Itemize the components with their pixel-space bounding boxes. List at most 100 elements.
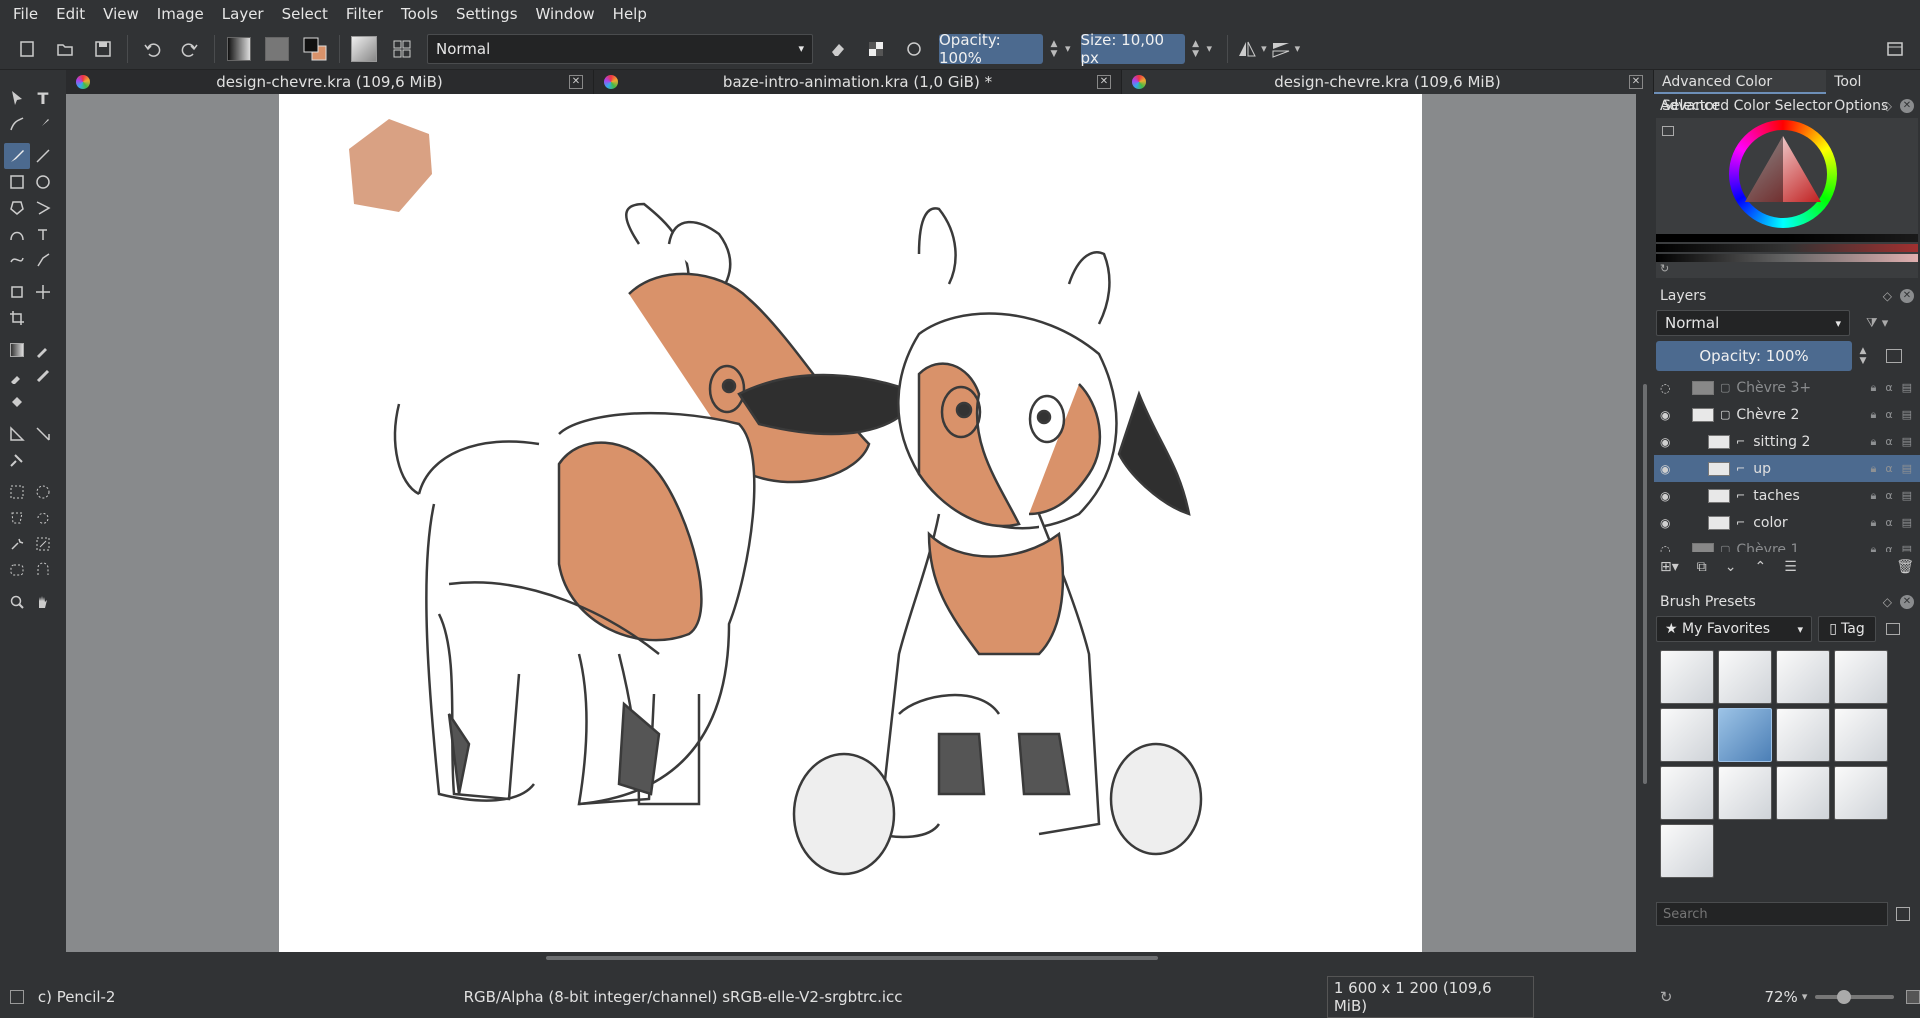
shade-selector-bar-3[interactable]: [1656, 254, 1918, 262]
preserve-alpha-icon[interactable]: [859, 32, 893, 66]
layer-row[interactable]: ◉ ⌐ color 🔒︎ α ▤: [1654, 509, 1920, 536]
opacity-slider[interactable]: Opacity: 100%: [939, 31, 1043, 67]
calligraphy-tool-icon[interactable]: [30, 111, 56, 137]
add-layer-icon[interactable]: ⊞▾: [1660, 559, 1679, 575]
tab-document-1[interactable]: design-chevre.kra (109,6 MiB) ✕: [66, 70, 594, 94]
close-icon[interactable]: ✕: [1900, 99, 1914, 113]
hidden-eye-icon[interactable]: ◌: [1660, 381, 1678, 395]
layer-row[interactable]: ◉ ▢ Chèvre 2 🔒︎ α ▤: [1654, 401, 1920, 428]
horizontal-scrollbar[interactable]: [66, 952, 1636, 964]
alpha-lock-icon[interactable]: α: [1885, 435, 1892, 449]
blend-mode-select[interactable]: Normal ▾: [427, 33, 813, 64]
reload-preset-icon[interactable]: [897, 32, 931, 66]
measure-tool-icon[interactable]: [30, 421, 56, 447]
lock-icon[interactable]: 🔒︎: [1870, 489, 1876, 503]
elliptical-selection-icon[interactable]: [30, 479, 56, 505]
menu-file[interactable]: File: [4, 0, 47, 28]
redo-icon[interactable]: [173, 32, 207, 66]
freehand-brush-tool-icon[interactable]: [4, 143, 30, 169]
eye-icon[interactable]: ◉: [1660, 489, 1678, 503]
layer-row[interactable]: ◉ ⌐ up 🔒︎ α ▤: [1654, 455, 1920, 482]
brush-preset-icon[interactable]: [347, 32, 381, 66]
lock-icon[interactable]: 🔒︎: [1870, 516, 1876, 530]
chevron-down-icon[interactable]: ▾: [1295, 42, 1301, 55]
brush-preset-item[interactable]: [1660, 708, 1714, 762]
multibrush-tool-icon[interactable]: [30, 247, 56, 273]
menu-filter[interactable]: Filter: [337, 0, 392, 28]
brush-preset-item[interactable]: [1660, 650, 1714, 704]
shade-selector-bar-2[interactable]: [1656, 244, 1918, 252]
menu-layer[interactable]: Layer: [213, 0, 273, 28]
lock-icon[interactable]: 🔒︎: [1870, 462, 1876, 476]
chevron-down-icon[interactable]: ▾: [1065, 42, 1071, 55]
menu-settings[interactable]: Settings: [447, 0, 527, 28]
image-dimensions[interactable]: 1 600 x 1 200 (109,6 MiB): [1326, 975, 1534, 1018]
vertical-scrollbar[interactable]: [1636, 94, 1654, 952]
duplicate-layer-icon[interactable]: ⧉: [1697, 559, 1707, 575]
float-icon[interactable]: ◇: [1883, 289, 1892, 303]
close-icon[interactable]: ✕: [1900, 289, 1914, 303]
tab-document-2[interactable]: baze-intro-animation.kra (1,0 GiB) * ✕: [594, 70, 1122, 94]
filter-icon[interactable]: ⧩ ▾: [1866, 316, 1888, 331]
lock-icon[interactable]: 🔒︎: [1870, 408, 1876, 422]
bezier-selection-icon[interactable]: [4, 557, 30, 583]
dynamic-brush-tool-icon[interactable]: [4, 247, 30, 273]
new-document-icon[interactable]: [10, 32, 44, 66]
canvas-only-icon[interactable]: [1906, 989, 1920, 1004]
similar-color-selection-icon[interactable]: [30, 531, 56, 557]
freehand-path-tool-icon[interactable]: [30, 221, 56, 247]
layer-opacity-slider[interactable]: Opacity: 100%: [1656, 341, 1852, 371]
alpha-lock-icon[interactable]: α: [1885, 516, 1892, 530]
menu-help[interactable]: Help: [604, 0, 656, 28]
brush-preset-item[interactable]: [1776, 766, 1830, 820]
inherit-alpha-icon[interactable]: ▤: [1902, 543, 1912, 553]
alpha-lock-icon[interactable]: α: [1885, 543, 1892, 553]
smart-patch-tool-icon[interactable]: [30, 363, 56, 389]
float-icon[interactable]: ◇: [1883, 595, 1892, 609]
menu-edit[interactable]: Edit: [47, 0, 94, 28]
hidden-eye-icon[interactable]: ◌: [1660, 543, 1678, 553]
brush-preset-item[interactable]: [1660, 824, 1714, 878]
menu-select[interactable]: Select: [273, 0, 337, 28]
menu-image[interactable]: Image: [148, 0, 213, 28]
zoom-tool-icon[interactable]: [4, 589, 30, 615]
magnetic-selection-icon[interactable]: [30, 557, 56, 583]
pan-tool-icon[interactable]: [30, 589, 56, 615]
inherit-alpha-icon[interactable]: ▤: [1902, 381, 1912, 395]
float-icon[interactable]: ◇: [1883, 99, 1892, 113]
brush-preset-item[interactable]: [1776, 708, 1830, 762]
layer-opacity-spinner[interactable]: ▲ ▼: [1852, 341, 1874, 371]
brush-preset-item[interactable]: [1834, 708, 1888, 762]
size-spinner[interactable]: ▲ ▼: [1185, 34, 1207, 64]
move-layer-down-icon[interactable]: ⌄: [1725, 559, 1737, 575]
settings-icon[interactable]: [1662, 126, 1674, 136]
alpha-lock-icon[interactable]: α: [1885, 489, 1892, 503]
text-tool-icon[interactable]: T: [30, 85, 56, 111]
canvas-area[interactable]: [66, 94, 1636, 952]
lock-icon[interactable]: 🔒︎: [1870, 543, 1876, 553]
brush-preset-item[interactable]: [1660, 766, 1714, 820]
alpha-lock-icon[interactable]: α: [1885, 462, 1892, 476]
menu-view[interactable]: View: [94, 0, 148, 28]
menu-tools[interactable]: Tools: [392, 0, 447, 28]
mirror-vertical-icon[interactable]: [1269, 32, 1293, 66]
zoom-slider[interactable]: [1815, 989, 1895, 1004]
polyline-tool-icon[interactable]: [30, 195, 56, 221]
inherit-alpha-icon[interactable]: ▤: [1902, 408, 1912, 422]
line-tool-icon[interactable]: [30, 143, 56, 169]
gradient-tool-icon[interactable]: [4, 337, 30, 363]
layer-blend-mode-select[interactable]: Normal ▾: [1656, 310, 1850, 336]
eye-icon[interactable]: ◉: [1660, 516, 1678, 530]
layer-row[interactable]: ◉ ⌐ sitting 2 🔒︎ α ▤: [1654, 428, 1920, 455]
scrollbar-thumb[interactable]: [1643, 384, 1647, 784]
polygonal-selection-icon[interactable]: [4, 505, 30, 531]
inherit-alpha-icon[interactable]: ▤: [1902, 489, 1912, 503]
save-preset-icon[interactable]: [1896, 907, 1910, 921]
delete-layer-icon[interactable]: 🗑︎: [1896, 559, 1914, 575]
inherit-alpha-icon[interactable]: ▤: [1902, 516, 1912, 530]
ellipse-tool-icon[interactable]: [30, 169, 56, 195]
menu-window[interactable]: Window: [527, 0, 604, 28]
brush-preset-item[interactable]: [1718, 650, 1772, 704]
saturation-value-triangle[interactable]: [1739, 130, 1827, 218]
edit-shapes-tool-icon[interactable]: [4, 111, 30, 137]
